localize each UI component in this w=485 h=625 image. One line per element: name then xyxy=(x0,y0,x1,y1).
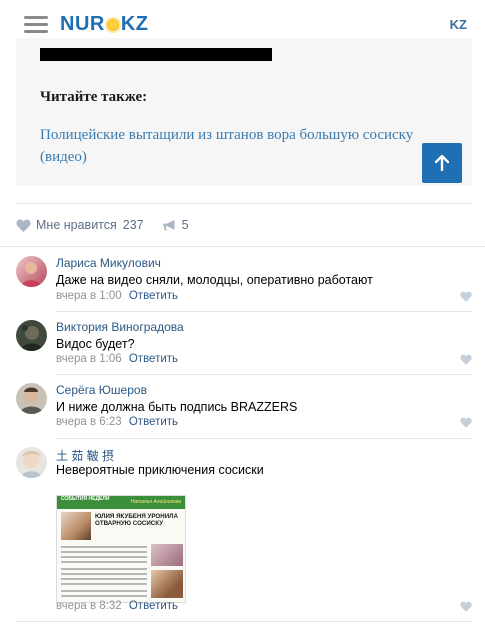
comment-time[interactable]: вчера в 8:32 xyxy=(56,600,122,612)
share-button[interactable]: 5 xyxy=(162,218,189,232)
heart-icon[interactable] xyxy=(460,291,472,302)
heart-icon[interactable] xyxy=(460,417,472,428)
text-line xyxy=(61,568,147,570)
arrow-up-icon xyxy=(435,155,449,171)
comment-text: Даже на видео сняли, молодцы, оперативно… xyxy=(56,273,373,287)
logo-text-right: KZ xyxy=(120,13,149,35)
newspaper-photo xyxy=(151,570,183,598)
avatar[interactable] xyxy=(16,383,47,414)
comment-item: Лариса Микулович Даже на видео сняли, мо… xyxy=(16,256,476,310)
attached-newspaper-image[interactable]: СОБЫТИЯ НЕДЕЛИ Наталья Алейникова ЮЛИЯ Я… xyxy=(56,495,186,603)
text-line xyxy=(61,590,147,592)
text-line xyxy=(61,583,147,585)
comment-item: Виктория Виноградова Видос будет? вчера … xyxy=(16,320,476,374)
comment-time[interactable]: вчера в 6:23 xyxy=(56,416,122,428)
divider xyxy=(16,621,472,622)
logo-sun-icon xyxy=(106,18,119,31)
text-line xyxy=(61,573,147,575)
avatar[interactable] xyxy=(16,447,47,478)
comment-meta: вчера в 1:06 Ответить xyxy=(56,353,178,365)
comment-item: Серёга Юшеров И ниже должна быть подпись… xyxy=(16,383,476,437)
like-button[interactable]: Мне нравится 237 xyxy=(16,218,144,232)
reactions-bar: Мне нравится 237 5 xyxy=(16,216,189,234)
share-count: 5 xyxy=(181,218,189,232)
comment-time[interactable]: вчера в 1:00 xyxy=(56,290,122,302)
newspaper-photo xyxy=(151,544,183,566)
comment-meta: вчера в 6:23 Ответить xyxy=(56,416,178,428)
comment-author[interactable]: Лариса Микулович xyxy=(56,256,161,270)
related-article-link[interactable]: Полицейские вытащили из штанов вора боль… xyxy=(40,124,430,168)
text-line xyxy=(61,551,147,553)
like-label: Мне нравится xyxy=(36,218,117,232)
megaphone-icon xyxy=(162,219,175,230)
newspaper-headline: ЮЛИЯ ЯКУБЕНЯ УРОНИЛА ОТВАРНУЮ СОСИСКУ xyxy=(95,513,178,527)
logo-text-left: NUR xyxy=(60,13,105,35)
heart-icon[interactable] xyxy=(460,601,472,612)
text-line xyxy=(61,578,147,580)
text-line xyxy=(61,556,147,558)
redacted-bar xyxy=(40,48,272,61)
heart-icon[interactable] xyxy=(460,354,472,365)
comment-author[interactable]: 土 茹 鞁 摂 xyxy=(56,447,114,464)
comment-text: И ниже должна быть подпись BRAZZERS xyxy=(56,400,298,414)
comment-text: Невероятные приключения сосиски xyxy=(56,463,264,477)
divider xyxy=(0,246,485,247)
reply-button[interactable]: Ответить xyxy=(129,416,178,428)
comment-text: Видос будет? xyxy=(56,337,135,351)
comment-meta: вчера в 8:32 Ответить xyxy=(56,600,178,612)
newspaper-photo xyxy=(61,512,91,540)
reply-button[interactable]: Ответить xyxy=(129,600,178,612)
comment-time[interactable]: вчера в 1:06 xyxy=(56,353,122,365)
divider xyxy=(56,374,472,375)
divider xyxy=(56,438,472,439)
text-line xyxy=(61,595,147,597)
like-count: 237 xyxy=(122,218,144,232)
heart-icon xyxy=(16,219,31,232)
comment-meta: вчера в 1:00 Ответить xyxy=(56,290,178,302)
reply-button[interactable]: Ответить xyxy=(129,290,178,302)
newspaper-author: Наталья Алейникова xyxy=(130,499,181,505)
avatar[interactable] xyxy=(16,320,47,351)
comment-item: 土 茹 鞁 摂 Невероятные приключения сосиски … xyxy=(16,447,476,617)
divider xyxy=(16,203,472,204)
language-switch[interactable]: KZ xyxy=(450,17,467,32)
divider xyxy=(56,311,472,312)
article-excerpt: Читайте также: Полицейские вытащили из ш… xyxy=(16,38,472,186)
menu-icon[interactable] xyxy=(24,16,48,34)
comment-author[interactable]: Виктория Виноградова xyxy=(56,320,184,334)
text-line xyxy=(61,546,147,548)
avatar[interactable] xyxy=(16,256,47,287)
read-also-heading: Читайте также: xyxy=(40,89,148,105)
text-line xyxy=(61,561,147,563)
newspaper-section-label: СОБЫТИЯ НЕДЕЛИ xyxy=(61,496,110,502)
reply-button[interactable]: Ответить xyxy=(129,353,178,365)
scroll-to-top-button[interactable] xyxy=(422,143,462,183)
site-logo[interactable]: NUR KZ xyxy=(60,13,149,36)
comment-author[interactable]: Серёга Юшеров xyxy=(56,383,147,397)
